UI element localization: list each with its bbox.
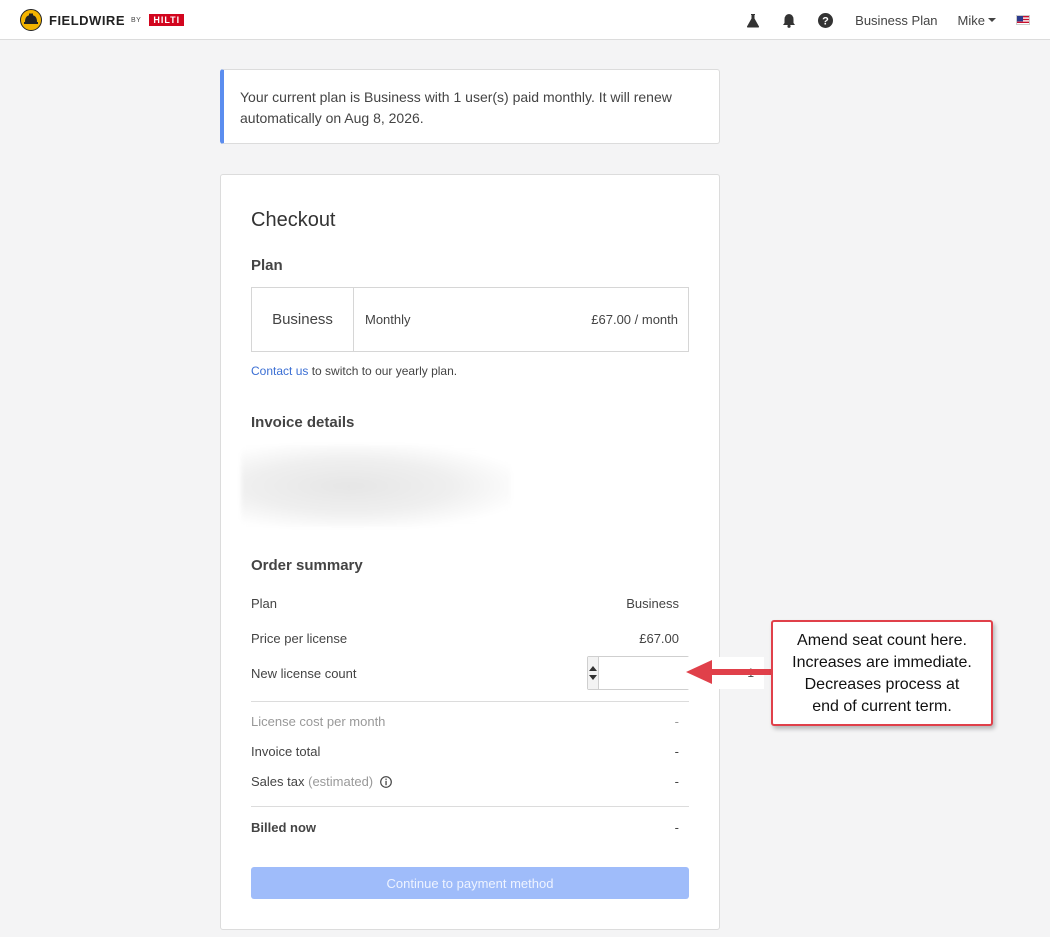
summary-row-billed-now: Billed now - bbox=[251, 820, 679, 835]
summary-row-sales-tax: Sales tax (estimated) - bbox=[251, 774, 679, 789]
invoice-total-label: Invoice total bbox=[251, 744, 321, 759]
user-name: Mike bbox=[957, 12, 985, 28]
plan-price: £67.00 / month bbox=[591, 312, 678, 327]
summary-row-invoice-total: Invoice total - bbox=[251, 744, 679, 759]
invoice-total-value: - bbox=[674, 744, 679, 759]
chevron-down-icon bbox=[988, 18, 996, 22]
license-cost-label: License cost per month bbox=[251, 714, 386, 729]
contact-us-link[interactable]: Contact us bbox=[251, 364, 308, 378]
invoice-details-title: Invoice details bbox=[251, 414, 355, 431]
sales-tax-note: (estimated) bbox=[308, 774, 374, 789]
summary-row-license-cost: License cost per month - bbox=[251, 714, 679, 729]
summary-price-value: £67.00 bbox=[639, 631, 679, 646]
page-title: Checkout bbox=[251, 209, 336, 231]
license-count-label: New license count bbox=[251, 666, 357, 681]
callout-line-2: Increases are immediate. bbox=[792, 654, 972, 671]
sales-tax-label: Sales tax bbox=[251, 774, 305, 789]
blurred-invoice-details bbox=[241, 445, 511, 527]
plan-billing-cycle: Monthly bbox=[365, 312, 411, 327]
partner-logo: HILTI bbox=[149, 14, 185, 26]
summary-row-price: Price per license £67.00 bbox=[251, 631, 679, 646]
plan-section-title: Plan bbox=[251, 257, 283, 274]
summary-divider bbox=[251, 701, 689, 702]
stepper-arrows[interactable] bbox=[588, 657, 599, 689]
up-down-arrows-icon bbox=[589, 666, 597, 680]
annotation-arrow-icon bbox=[686, 660, 774, 684]
contact-line-text: to switch to our yearly plan. bbox=[308, 364, 458, 378]
contact-line: Contact us to switch to our yearly plan. bbox=[251, 364, 457, 378]
us-flag-icon[interactable] bbox=[1016, 15, 1030, 25]
continue-to-payment-button[interactable]: Continue to payment method bbox=[251, 867, 689, 899]
callout-line-3: Decreases process at bbox=[804, 676, 960, 693]
license-cost-value: - bbox=[674, 714, 679, 729]
brand-by: BY bbox=[131, 16, 142, 24]
checkout-card: Checkout Plan Business Monthly £67.00 / … bbox=[220, 174, 764, 930]
sales-tax-value: - bbox=[674, 774, 679, 789]
callout-line-4: end of current term. bbox=[812, 698, 952, 715]
plan-summary-box: Business Monthly £67.00 / month bbox=[251, 287, 689, 352]
summary-row-plan: Plan Business bbox=[251, 596, 679, 611]
top-navigation-bar: FIELDWIRE BY HILTI ? Business Plan Mike bbox=[0, 0, 1050, 40]
billed-now-value: - bbox=[674, 820, 679, 835]
bell-icon[interactable] bbox=[781, 12, 797, 28]
order-summary-title: Order summary bbox=[251, 557, 363, 574]
summary-plan-label: Plan bbox=[251, 596, 278, 611]
helmet-logo-icon bbox=[20, 9, 42, 31]
flask-icon[interactable] bbox=[745, 12, 761, 28]
billed-now-label: Billed now bbox=[251, 820, 316, 835]
svg-text:?: ? bbox=[822, 15, 829, 27]
callout-line-1: Amend seat count here. bbox=[797, 632, 967, 649]
annotation-callout: Amend seat count here. Increases are imm… bbox=[771, 620, 993, 726]
user-menu[interactable]: Mike bbox=[958, 13, 996, 28]
business-plan-link[interactable]: Business Plan bbox=[855, 13, 937, 28]
summary-price-label: Price per license bbox=[251, 631, 348, 646]
license-count-stepper[interactable] bbox=[587, 656, 764, 690]
fieldwire-logo[interactable]: FIELDWIRE BY HILTI bbox=[20, 9, 185, 31]
brand-name: FIELDWIRE bbox=[49, 12, 125, 28]
banner-text: Your current plan is Business with 1 use… bbox=[240, 89, 672, 126]
help-icon[interactable]: ? bbox=[817, 12, 833, 28]
summary-plan-value: Business bbox=[626, 596, 679, 611]
info-icon[interactable] bbox=[379, 776, 392, 788]
nav-right-group: ? Business Plan Mike bbox=[725, 0, 1030, 40]
plan-name: Business bbox=[252, 288, 354, 351]
summary-divider-bottom bbox=[251, 806, 689, 807]
current-plan-banner: Your current plan is Business with 1 use… bbox=[220, 69, 720, 144]
